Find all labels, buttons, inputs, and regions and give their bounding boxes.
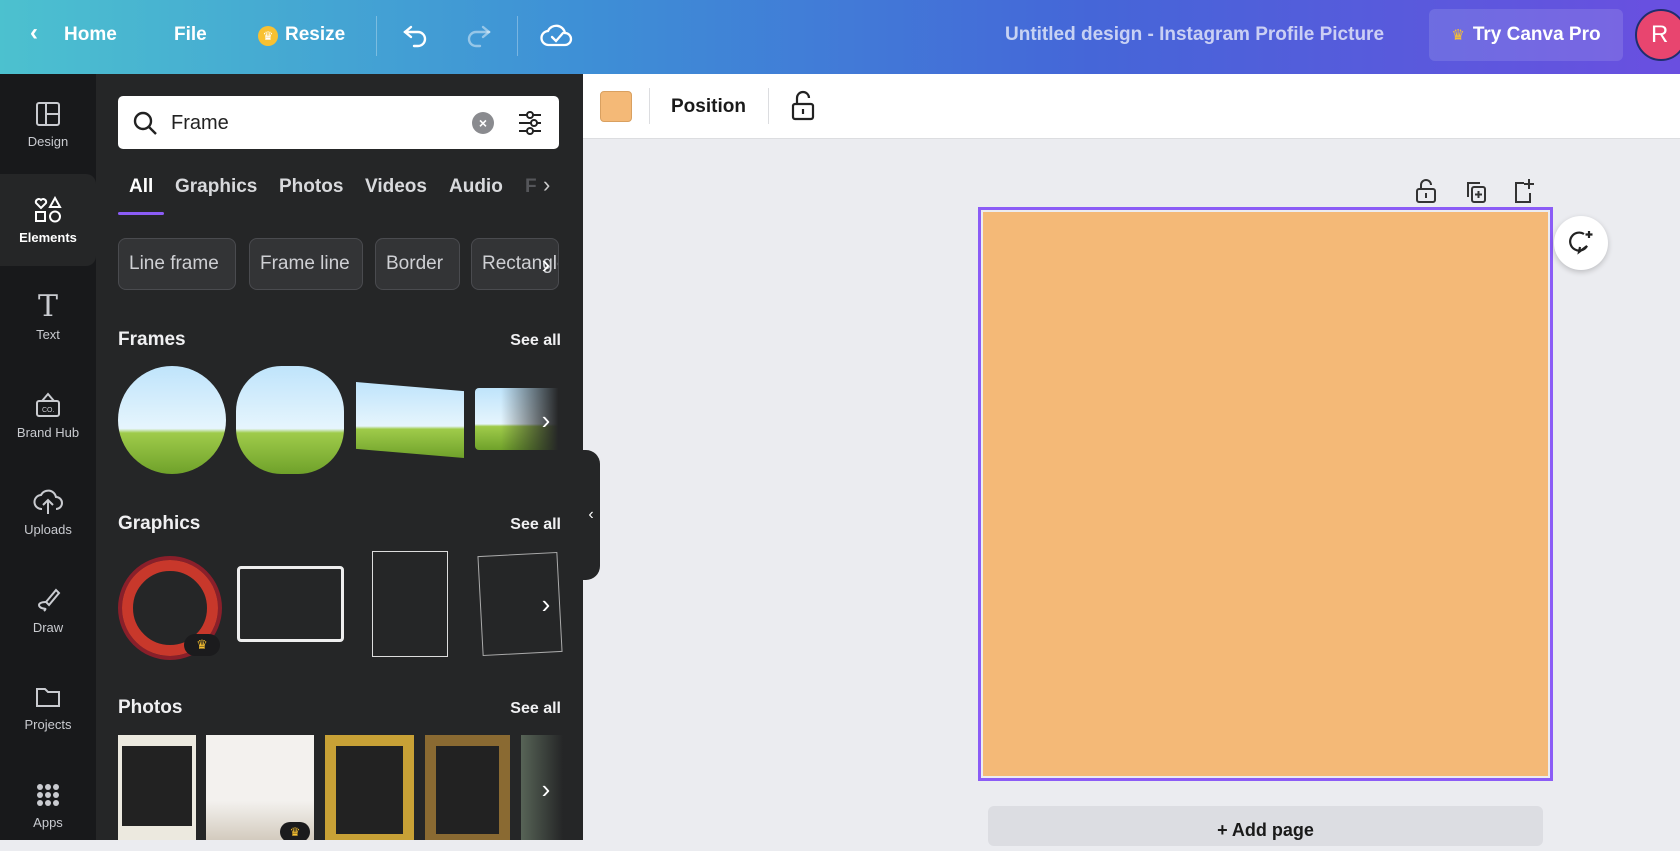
tab-audio[interactable]: Audio (449, 176, 503, 198)
resize-button[interactable]: Resize (285, 24, 345, 46)
active-tab-indicator (118, 212, 164, 215)
upload-icon (33, 489, 63, 514)
rail-label: Elements (19, 229, 77, 245)
rail-label: Projects (24, 716, 72, 732)
tab-videos[interactable]: Videos (365, 176, 427, 198)
divider (376, 16, 377, 56)
rail-item-text[interactable]: T Text (0, 271, 96, 363)
photo-thumbnail[interactable] (325, 735, 414, 840)
comment-plus-icon (1569, 231, 1593, 255)
try-pro-label: Try Canva Pro (1472, 24, 1601, 45)
graphics-scroll-right-icon[interactable]: › (531, 584, 561, 624)
crown-icon: ♛ (258, 26, 278, 46)
rail-item-apps[interactable]: Apps (0, 759, 96, 851)
see-all-photos-link[interactable]: See all (510, 700, 561, 718)
crown-icon: ♛ (1451, 27, 1465, 44)
side-rail: Design Elements T Text CO. Brand Hub Uploa… (0, 74, 96, 840)
rail-item-brand-hub[interactable]: CO. Brand Hub (0, 369, 96, 461)
divider (517, 16, 518, 56)
text-icon: T (37, 288, 58, 324)
add-page-button[interactable]: + Add page (988, 806, 1543, 846)
brand-icon: CO. (36, 391, 60, 417)
rail-item-draw[interactable]: Draw (0, 564, 96, 656)
context-toolbar: Position (583, 74, 1680, 139)
thin-rectangle-graphic[interactable] (372, 551, 448, 657)
frames-scroll-right-icon[interactable]: › (531, 400, 561, 440)
filter-sliders-icon[interactable] (516, 109, 544, 137)
photo-thumbnail[interactable] (425, 735, 510, 840)
section-title-graphics: Graphics (118, 513, 201, 534)
rail-label: Text (36, 326, 60, 342)
tab-graphics[interactable]: Graphics (175, 176, 257, 198)
divider (768, 88, 769, 124)
section-title-frames: Frames (118, 329, 186, 350)
chip-line-frame[interactable]: Line frame (118, 238, 236, 290)
cloud-saved-icon[interactable] (540, 20, 574, 55)
rail-label: Brand Hub (16, 424, 80, 440)
chip-frame-line[interactable]: Frame line (249, 238, 363, 290)
collapse-panel-handle[interactable]: ‹ (582, 450, 600, 580)
tabs-scroll-right-icon[interactable]: › (543, 172, 550, 198)
photo-thumbnail[interactable] (118, 735, 196, 840)
chips-scroll-right-icon[interactable]: › (531, 244, 561, 284)
back-chevron-icon[interactable]: ‹ (30, 19, 38, 47)
chip-border[interactable]: Border (375, 238, 460, 290)
photos-scroll-right-icon[interactable]: › (531, 769, 561, 809)
rail-label: Uploads (24, 521, 72, 537)
pro-crown-badge: ♛ (184, 634, 220, 656)
section-title-photos: Photos (118, 697, 183, 718)
see-all-frames-link[interactable]: See all (510, 332, 561, 350)
tab-all[interactable]: All (129, 176, 153, 198)
home-button[interactable]: Home (64, 24, 117, 46)
draw-icon (37, 588, 61, 612)
rail-item-projects[interactable]: Projects (0, 661, 96, 753)
skewed-frame-thumbnail[interactable] (356, 382, 464, 458)
see-all-graphics-link[interactable]: See all (510, 516, 561, 534)
tab-more[interactable]: F (525, 176, 537, 198)
scalloped-frame-thumbnail[interactable] (236, 366, 344, 474)
pro-crown-badge: ♛ (280, 822, 310, 840)
fill-color-swatch[interactable] (600, 91, 632, 122)
elements-panel: Frame × All Graphics Photos Videos Audio… (96, 74, 583, 840)
tab-photos[interactable]: Photos (279, 176, 343, 198)
document-title[interactable]: Untitled design - Instagram Profile Pict… (1005, 24, 1384, 46)
layout-icon (36, 101, 60, 126)
search-input[interactable]: Frame (171, 112, 229, 135)
design-canvas[interactable] (978, 207, 1553, 781)
rail-label: Apps (33, 814, 63, 830)
folder-icon (36, 687, 60, 707)
position-button[interactable]: Position (671, 96, 746, 118)
divider (649, 88, 650, 124)
lock-page-icon[interactable] (1415, 178, 1437, 204)
svg-text:CO.: CO. (42, 407, 55, 414)
rail-label: Design (27, 133, 69, 149)
rail-label: Draw (32, 619, 64, 635)
undo-icon[interactable] (401, 20, 431, 55)
rounded-rectangle-graphic[interactable] (237, 566, 344, 642)
duplicate-page-icon[interactable] (1464, 180, 1488, 204)
redo-icon[interactable] (463, 20, 493, 55)
circle-frame-thumbnail[interactable] (118, 366, 226, 474)
add-page-icon[interactable] (1512, 178, 1536, 204)
unlock-icon[interactable] (790, 90, 816, 122)
clear-search-icon[interactable]: × (472, 112, 494, 134)
file-menu-button[interactable]: File (174, 24, 207, 46)
shapes-icon (34, 195, 62, 222)
rail-item-uploads[interactable]: Uploads (0, 466, 96, 558)
rail-item-elements[interactable]: Elements (0, 174, 96, 266)
rail-item-design[interactable]: Design (0, 78, 96, 170)
search-box[interactable]: Frame × (118, 96, 559, 149)
add-comment-button[interactable] (1554, 216, 1608, 270)
try-canva-pro-button[interactable]: ♛ Try Canva Pro (1429, 9, 1623, 61)
avatar[interactable]: R (1635, 9, 1680, 61)
search-icon (133, 111, 157, 135)
apps-icon (37, 783, 59, 806)
top-bar: ‹ Home File ♛ Resize Untitled design - I… (0, 0, 1680, 74)
